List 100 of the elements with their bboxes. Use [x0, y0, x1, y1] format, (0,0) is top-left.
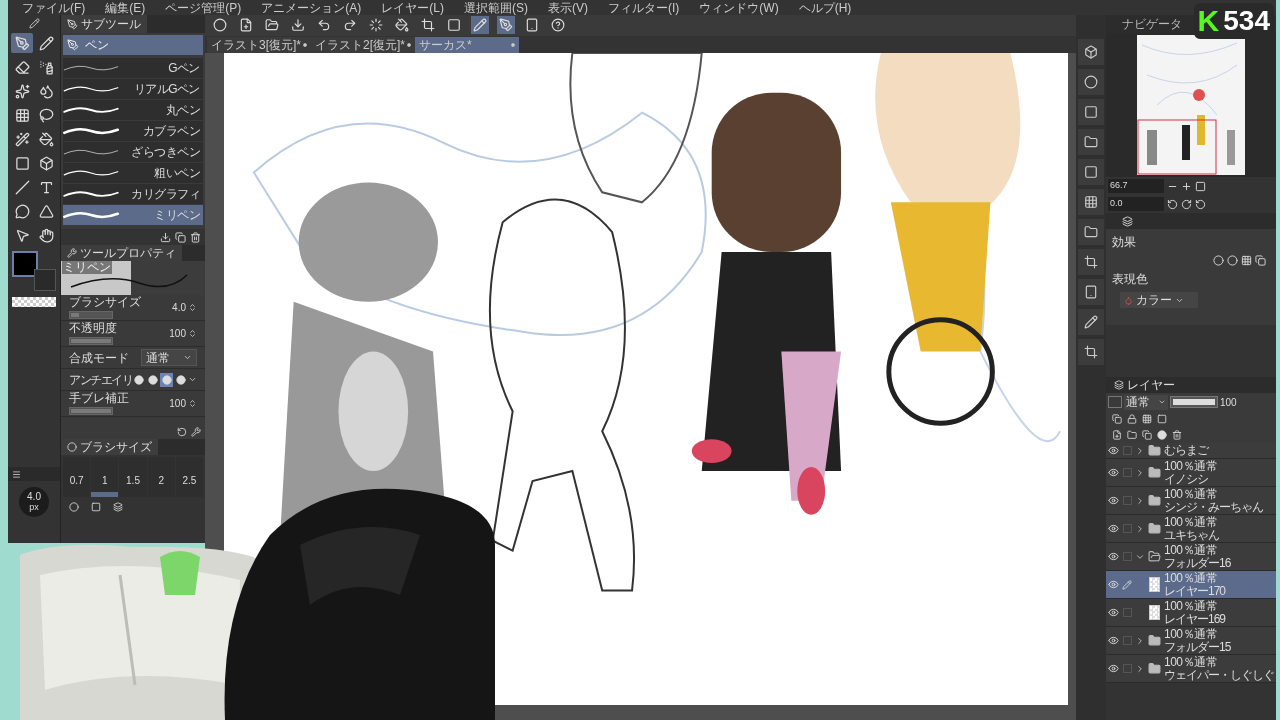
fit-icon[interactable] [1195, 180, 1206, 192]
folder-icon[interactable] [1127, 430, 1137, 440]
spinner-arrows-icon[interactable] [188, 303, 197, 312]
eye-icon[interactable] [1108, 551, 1119, 562]
panel-button[interactable] [1078, 309, 1104, 335]
trash-icon[interactable] [190, 231, 201, 243]
panel-button[interactable] [1078, 279, 1104, 305]
menu-item[interactable]: フィルター(I) [608, 0, 680, 15]
panel-button[interactable] [1078, 249, 1104, 275]
eye-icon[interactable] [1108, 607, 1119, 618]
panel-tab[interactable]: ツールプロパティ [61, 245, 182, 261]
document-tab[interactable]: イラスト3[復元]* [207, 37, 311, 54]
layer-row[interactable]: 100％通常 ウェイパー・しぐしぐ [1106, 655, 1276, 683]
panel-button[interactable] [1078, 339, 1104, 365]
opacity-value[interactable]: 100 [1220, 394, 1237, 410]
panel-button[interactable] [1078, 99, 1104, 125]
trash-icon[interactable] [1172, 430, 1182, 440]
menu-item[interactable]: ページ管理(P) [165, 0, 242, 15]
chevron-right-icon[interactable] [1135, 663, 1145, 674]
copy-icon[interactable] [1142, 430, 1152, 440]
chevron-right-icon[interactable] [1135, 495, 1145, 506]
chevron-down-icon[interactable] [188, 375, 197, 384]
subtool-item[interactable]: 丸ペン [63, 100, 203, 120]
menu-item[interactable]: アニメーション(A) [261, 0, 362, 15]
chevron-right-icon[interactable] [1135, 635, 1145, 646]
antialias-option[interactable] [160, 372, 173, 387]
checkbox[interactable] [1122, 468, 1132, 477]
circle-icon[interactable] [1213, 255, 1224, 266]
eye-icon[interactable] [1108, 495, 1119, 506]
blend-dropdown[interactable]: 通常 [1124, 394, 1168, 410]
layer-row[interactable]: 100％通常 フォルダー16 [1106, 543, 1276, 571]
property-value[interactable]: 4.0 [172, 300, 186, 315]
layer-row[interactable]: 100％通常 ユキちゃん [1106, 515, 1276, 543]
layer-row[interactable]: 100％通常 レイヤー170 [1106, 571, 1276, 599]
tool-button[interactable] [11, 33, 33, 53]
layer-row[interactable]: むらまご [1106, 443, 1276, 459]
sub-color-swatch[interactable] [34, 269, 56, 291]
panel-button[interactable] [1078, 159, 1104, 185]
menu-item[interactable]: レイヤー(L) [381, 0, 444, 15]
main-color-swatch[interactable] [12, 251, 38, 277]
eye-icon[interactable] [1108, 635, 1119, 646]
brush-size-option[interactable]: 1.5 [119, 457, 147, 497]
menu-item[interactable]: 選択範囲(S) [464, 0, 528, 15]
layer-row[interactable]: 100％通常 シンジ・みーちゃん [1106, 487, 1276, 515]
eye-icon[interactable] [1108, 467, 1119, 478]
menu-item[interactable]: ウィンドウ(W) [699, 0, 779, 15]
eye-icon[interactable] [1108, 445, 1119, 456]
checkbox[interactable] [1122, 664, 1132, 673]
spinner-arrows-icon[interactable] [188, 399, 197, 408]
dot-icon[interactable] [511, 43, 515, 48]
layer-row[interactable]: 100％通常 フォルダー15 [1106, 627, 1276, 655]
panel-button[interactable] [1078, 219, 1104, 245]
rotation-field[interactable]: 0.0 [1108, 197, 1164, 211]
checkbox[interactable] [1122, 496, 1132, 505]
menu-item[interactable]: 編集(E) [105, 0, 146, 15]
circle-icon[interactable] [69, 502, 79, 512]
panel-tab[interactable]: サブツール [61, 15, 147, 33]
subtool-item[interactable]: リアルGペン [63, 79, 203, 99]
copy-icon[interactable] [175, 231, 186, 243]
lock-icon[interactable] [1127, 414, 1137, 424]
checkbox[interactable] [1122, 446, 1132, 455]
square-icon[interactable] [1157, 414, 1167, 424]
dot-icon[interactable] [303, 43, 307, 48]
reset-icon[interactable] [1195, 198, 1206, 210]
tool-group-item[interactable]: ペン [63, 35, 203, 55]
panel-button[interactable] [1078, 39, 1104, 65]
grid-icon[interactable] [1142, 414, 1152, 424]
color-mode-dropdown[interactable]: カラー [1120, 292, 1198, 308]
checkbox[interactable] [1122, 636, 1132, 645]
square-icon[interactable] [91, 502, 101, 512]
subtool-item[interactable]: カブラペン [63, 121, 203, 141]
subtool-item[interactable]: 粗いペン [63, 163, 203, 183]
antialias-option[interactable] [146, 372, 159, 387]
rotate-left-icon[interactable] [1167, 198, 1178, 210]
menu-item[interactable]: 表示(V) [548, 0, 588, 15]
panel-button[interactable] [1078, 69, 1104, 95]
circle-icon[interactable] [1227, 255, 1238, 266]
transparent-swatch[interactable] [12, 297, 56, 307]
brush-size-option[interactable]: 2.5 [175, 457, 203, 497]
new-layer-icon[interactable] [1112, 430, 1122, 440]
chevron-right-icon[interactable] [1135, 467, 1145, 478]
brush-size-option[interactable]: 1 [91, 457, 119, 497]
wrench-icon[interactable] [191, 427, 201, 437]
download-icon[interactable] [160, 231, 171, 243]
chevron-right-icon[interactable] [1135, 523, 1145, 534]
layers-icon[interactable] [113, 502, 123, 512]
menu-item[interactable]: ファイル(F) [22, 0, 86, 15]
layer-row[interactable]: 100％通常 レイヤー169 [1106, 599, 1276, 627]
chevron-right-icon[interactable] [1135, 445, 1145, 456]
property-value[interactable]: 100 [169, 326, 186, 341]
slider-track[interactable] [69, 311, 113, 319]
dot-icon[interactable] [407, 43, 411, 48]
rotate-right-icon[interactable] [1181, 198, 1192, 210]
panel-button[interactable] [1078, 129, 1104, 155]
copy-icon[interactable] [1112, 414, 1122, 424]
checkbox[interactable] [1122, 608, 1132, 617]
subtool-item[interactable]: Gペン [63, 58, 203, 78]
brush-size-option[interactable]: 2 [147, 457, 175, 497]
zoom-in-icon[interactable] [1181, 180, 1192, 192]
menu-item[interactable]: ヘルプ(H) [798, 0, 852, 15]
